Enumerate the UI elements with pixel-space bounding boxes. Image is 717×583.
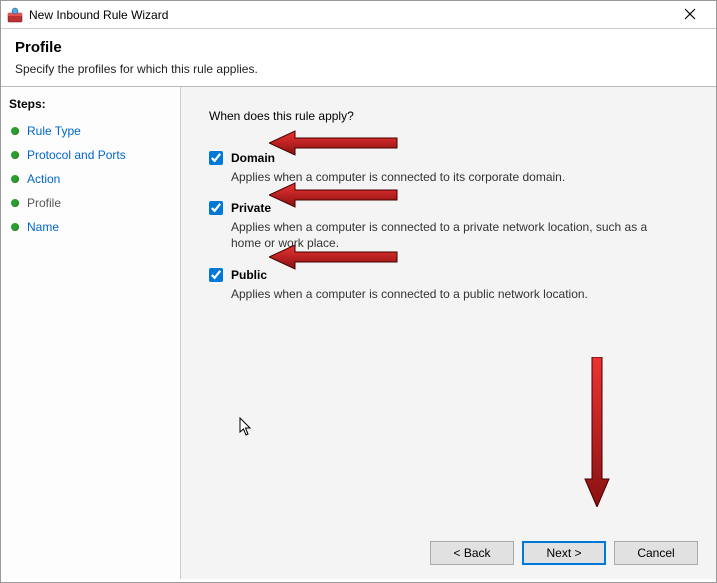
steps-heading: Steps: (9, 97, 172, 111)
desc-public: Applies when a computer is connected to … (231, 286, 661, 302)
step-label: Name (27, 220, 59, 234)
checkbox-public[interactable] (209, 268, 223, 282)
cancel-button[interactable]: Cancel (614, 541, 698, 565)
steps-sidebar: Steps: Rule Type Protocol and Ports Acti… (1, 87, 181, 579)
firewall-app-icon (7, 7, 23, 23)
cursor-icon (239, 417, 255, 442)
step-label: Protocol and Ports (27, 148, 126, 162)
label-private: Private (231, 201, 271, 215)
label-domain: Domain (231, 151, 275, 165)
option-private: Private Applies when a computer is conne… (209, 201, 696, 251)
annotation-arrow-icon (583, 357, 611, 510)
window-titlebar: New Inbound Rule Wizard (1, 1, 716, 29)
bullet-icon (11, 151, 19, 159)
wizard-button-bar: < Back Next > Cancel (430, 541, 698, 565)
step-label: Rule Type (27, 124, 81, 138)
checkbox-domain[interactable] (209, 151, 223, 165)
step-name[interactable]: Name (9, 215, 172, 239)
bullet-icon (11, 223, 19, 231)
close-button[interactable] (670, 7, 710, 23)
step-action[interactable]: Action (9, 167, 172, 191)
checkbox-private[interactable] (209, 201, 223, 215)
step-rule-type[interactable]: Rule Type (9, 119, 172, 143)
bullet-icon (11, 199, 19, 207)
step-label: Profile (27, 196, 61, 210)
main-panel: When does this rule apply? Domain Applie… (181, 87, 716, 579)
label-public: Public (231, 268, 267, 282)
wizard-header: Profile Specify the profiles for which t… (1, 29, 716, 87)
page-subtitle: Specify the profiles for which this rule… (15, 62, 702, 76)
option-domain: Domain Applies when a computer is connec… (209, 151, 696, 185)
window-title: New Inbound Rule Wizard (29, 8, 670, 22)
step-label: Action (27, 172, 60, 186)
wizard-body: Steps: Rule Type Protocol and Ports Acti… (1, 87, 716, 579)
bullet-icon (11, 127, 19, 135)
desc-private: Applies when a computer is connected to … (231, 219, 661, 251)
rule-apply-question: When does this rule apply? (209, 109, 696, 123)
step-profile[interactable]: Profile (9, 191, 172, 215)
step-protocol-and-ports[interactable]: Protocol and Ports (9, 143, 172, 167)
back-button[interactable]: < Back (430, 541, 514, 565)
option-public: Public Applies when a computer is connec… (209, 268, 696, 302)
desc-domain: Applies when a computer is connected to … (231, 169, 661, 185)
page-title: Profile (15, 39, 702, 56)
bullet-icon (11, 175, 19, 183)
next-button[interactable]: Next > (522, 541, 606, 565)
